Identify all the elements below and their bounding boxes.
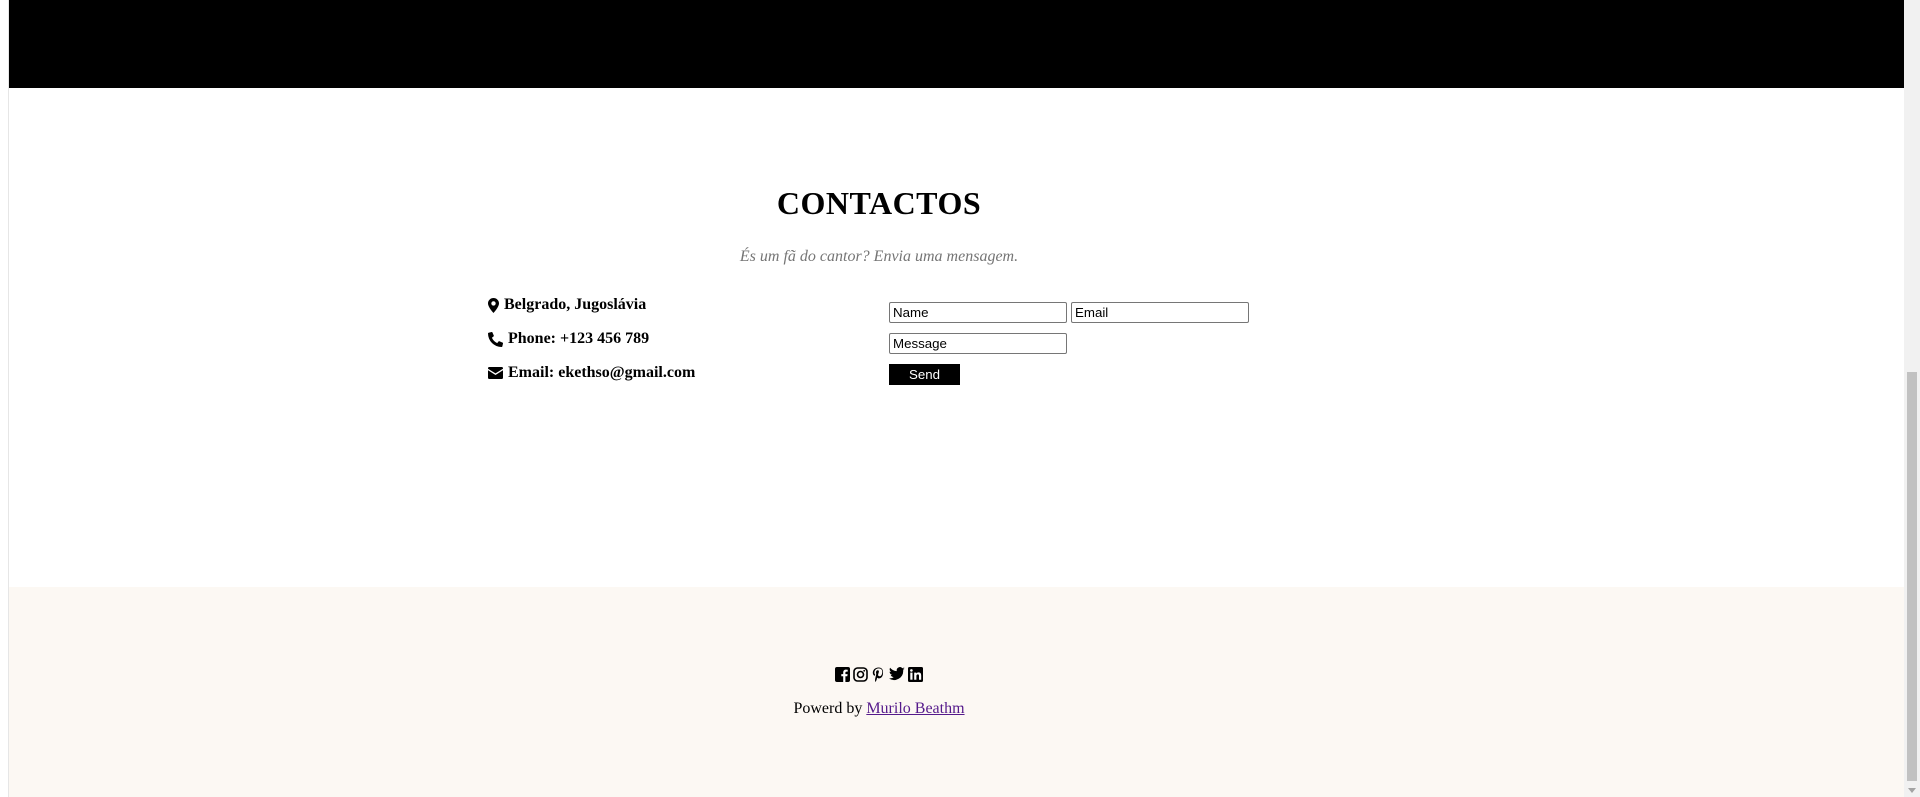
message-input[interactable]: [889, 333, 1067, 354]
pinterest-icon[interactable]: [871, 667, 886, 682]
scrollbar-thumb[interactable]: [1907, 372, 1917, 781]
contact-title: CONTACTOS: [776, 185, 982, 221]
scroll-down-arrow-icon[interactable]: [1908, 788, 1916, 793]
address-item: Belgrado, Jugoslávia: [488, 295, 868, 315]
header-band: [9, 0, 1904, 88]
credit-prefix: Powerd by: [793, 700, 863, 717]
footer: Powerd by Murilo Beathm: [9, 587, 1904, 797]
instagram-icon[interactable]: [853, 667, 868, 682]
linkedin-icon[interactable]: [908, 667, 923, 682]
contact-info: Belgrado, Jugoslávia Phone: +123 456 789…: [488, 295, 868, 397]
social-links: [9, 667, 1749, 682]
name-input[interactable]: [889, 302, 1067, 323]
contact-section: CONTACTOS És um fã do cantor? Envia uma …: [9, 88, 1904, 587]
map-marker-icon: [488, 297, 504, 313]
email-item: Email: ekethso@gmail.com: [488, 363, 868, 383]
form-row-submit: Send: [889, 364, 1289, 385]
phone-text: Phone: +123 456 789: [508, 330, 650, 347]
send-button[interactable]: Send: [889, 364, 960, 385]
twitter-icon[interactable]: [889, 667, 905, 682]
author-link[interactable]: Murilo Beathm: [866, 700, 964, 717]
contact-subtitle: És um fã do cantor? Envia uma mensagem.: [739, 248, 1019, 265]
vertical-scrollbar[interactable]: [1904, 0, 1920, 797]
form-row-message: [889, 333, 1289, 354]
form-row-identity: [889, 302, 1289, 323]
page: CONTACTOS És um fã do cantor? Envia uma …: [9, 0, 1904, 797]
window-edge: [0, 0, 9, 797]
phone-item: Phone: +123 456 789: [488, 329, 868, 349]
envelope-icon: [488, 367, 508, 379]
facebook-icon[interactable]: [835, 667, 850, 682]
email-text: Email: ekethso@gmail.com: [508, 364, 696, 381]
email-input[interactable]: [1071, 302, 1249, 323]
phone-icon: [488, 331, 508, 347]
browser-viewport: CONTACTOS És um fã do cantor? Envia uma …: [0, 0, 1920, 797]
footer-credit: Powerd by Murilo Beathm: [9, 700, 1749, 718]
contact-form: Send: [889, 302, 1289, 395]
address-text: Belgrado, Jugoslávia: [504, 296, 647, 313]
